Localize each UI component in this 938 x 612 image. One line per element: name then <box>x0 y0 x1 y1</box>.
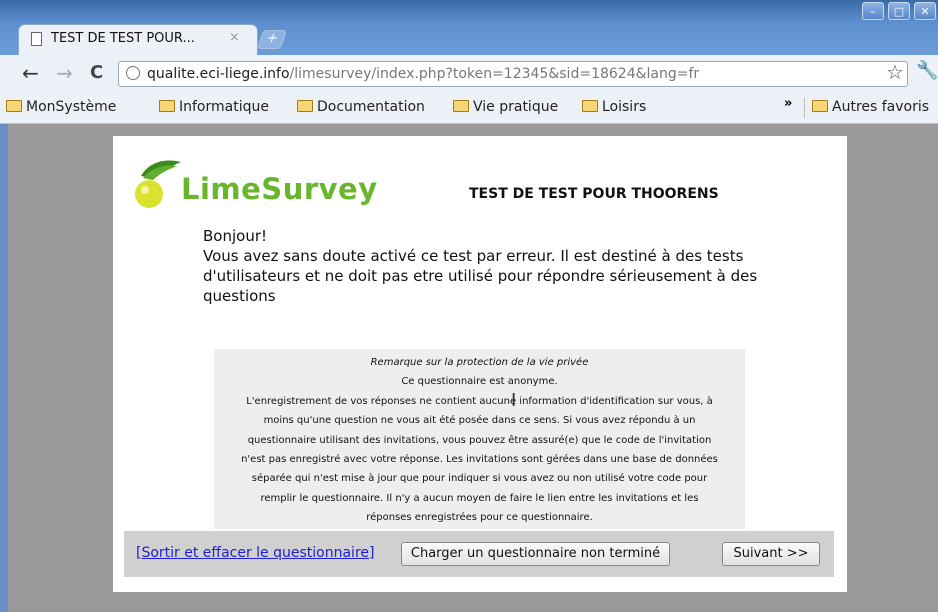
folder-icon <box>812 100 828 112</box>
privacy-line: moins qu'une question ne vous ait été po… <box>263 415 696 427</box>
privacy-title: Remarque sur la protection de la vie pri… <box>370 357 589 368</box>
browser-toolbar: ← → C qualite.eci-liege.info/limesurvey/… <box>0 55 938 93</box>
bookmark-folder-loisirs[interactable]: Loisirs <box>582 99 646 115</box>
window-titlebar: TEST DE TEST POUR... × + – □ ✕ <box>0 0 938 55</box>
page-icon <box>31 32 42 46</box>
bookmark-label: Documentation <box>317 99 425 115</box>
bookmark-folder-documentation[interactable]: Documentation <box>297 99 425 115</box>
privacy-line: séparée qui n'est mise à jour que pour i… <box>251 473 708 485</box>
bookmark-folder-other[interactable]: Autres favoris <box>812 99 929 115</box>
chevron-more-icon[interactable]: » <box>784 96 792 111</box>
privacy-line: remplir le questionnaire. Il n'y a aucun… <box>260 492 699 504</box>
new-tab-button[interactable]: + <box>256 30 288 49</box>
bookmark-label: MonSystème <box>26 99 117 115</box>
url-text: qualite.eci-liege.info/limesurvey/index.… <box>147 66 699 82</box>
back-arrow-icon[interactable]: ← <box>22 62 39 84</box>
forward-arrow-icon[interactable]: → <box>56 62 73 84</box>
bookmark-label: Vie pratique <box>473 99 559 115</box>
survey-navigation: [Sortir et effacer le questionnaire] Cha… <box>124 531 834 577</box>
logo-text: LimeSurvey <box>181 172 378 206</box>
survey-title: TEST DE TEST POUR THOORENS <box>469 186 719 202</box>
bookmark-folder-informatique[interactable]: Informatique <box>159 99 269 115</box>
privacy-notice: Remarque sur la protection de la vie pri… <box>214 349 745 529</box>
privacy-line: réponses enregistrées pour ce questionna… <box>366 512 593 524</box>
close-window-button[interactable]: ✕ <box>914 2 936 20</box>
wrench-menu-icon[interactable]: 🔧 <box>916 60 938 81</box>
greeting: Bonjour! <box>203 227 268 245</box>
maximize-button[interactable]: □ <box>888 2 910 20</box>
survey-page: LimeSurvey TEST DE TEST POUR THOORENS Bo… <box>113 136 847 592</box>
limesurvey-logo: LimeSurvey <box>131 154 377 214</box>
next-button[interactable]: Suivant >> <box>722 542 820 566</box>
bookmark-label: Autres favoris <box>832 99 930 115</box>
reload-icon[interactable]: C <box>90 62 103 84</box>
address-bar[interactable]: qualite.eci-liege.info/limesurvey/index.… <box>118 61 908 87</box>
url-host: qualite.eci-liege.info <box>147 66 290 82</box>
bookmarks-bar: MonSystème Informatique Documentation Vi… <box>0 93 938 124</box>
plus-icon: + <box>264 31 281 46</box>
url-path: /limesurvey/index.php?token=12345&sid=18… <box>289 66 700 82</box>
tab-close-icon[interactable]: × <box>229 30 240 45</box>
globe-icon <box>126 66 140 80</box>
browser-tab[interactable]: TEST DE TEST POUR... × <box>18 24 258 55</box>
minimize-button[interactable]: – <box>862 2 884 20</box>
folder-icon <box>6 100 22 112</box>
load-unfinished-button[interactable]: Charger un questionnaire non terminé <box>401 542 670 566</box>
lime-icon <box>135 160 181 208</box>
privacy-line: n'est pas enregistré avec votre réponse.… <box>241 454 718 466</box>
privacy-line: L'enregistrement de vos réponses ne cont… <box>246 395 713 407</box>
folder-icon <box>159 100 175 112</box>
bookmark-label: Informatique <box>179 99 269 115</box>
bookmark-label: Loisirs <box>602 99 647 115</box>
folder-icon <box>582 100 598 112</box>
window-left-edge <box>0 124 8 612</box>
text-cursor-icon: I <box>511 390 517 411</box>
tab-title: TEST DE TEST POUR... <box>51 31 195 46</box>
bookmark-star-icon[interactable]: ☆ <box>886 60 904 84</box>
survey-description: Vous avez sans doute activé ce test par … <box>203 247 758 305</box>
exit-and-clear-link[interactable]: [Sortir et effacer le questionnaire] <box>136 545 374 561</box>
privacy-anonymous: Ce questionnaire est anonyme. <box>401 376 558 388</box>
welcome-text: Bonjour! Vous avez sans doute activé ce … <box>203 226 763 306</box>
bookmarks-divider <box>804 98 805 118</box>
folder-icon <box>453 100 469 112</box>
folder-icon <box>297 100 313 112</box>
bookmark-folder-vie-pratique[interactable]: Vie pratique <box>453 99 558 115</box>
privacy-line: questionnaire utilisant des invitations,… <box>247 434 712 446</box>
bookmark-folder-monsysteme[interactable]: MonSystème <box>6 99 116 115</box>
